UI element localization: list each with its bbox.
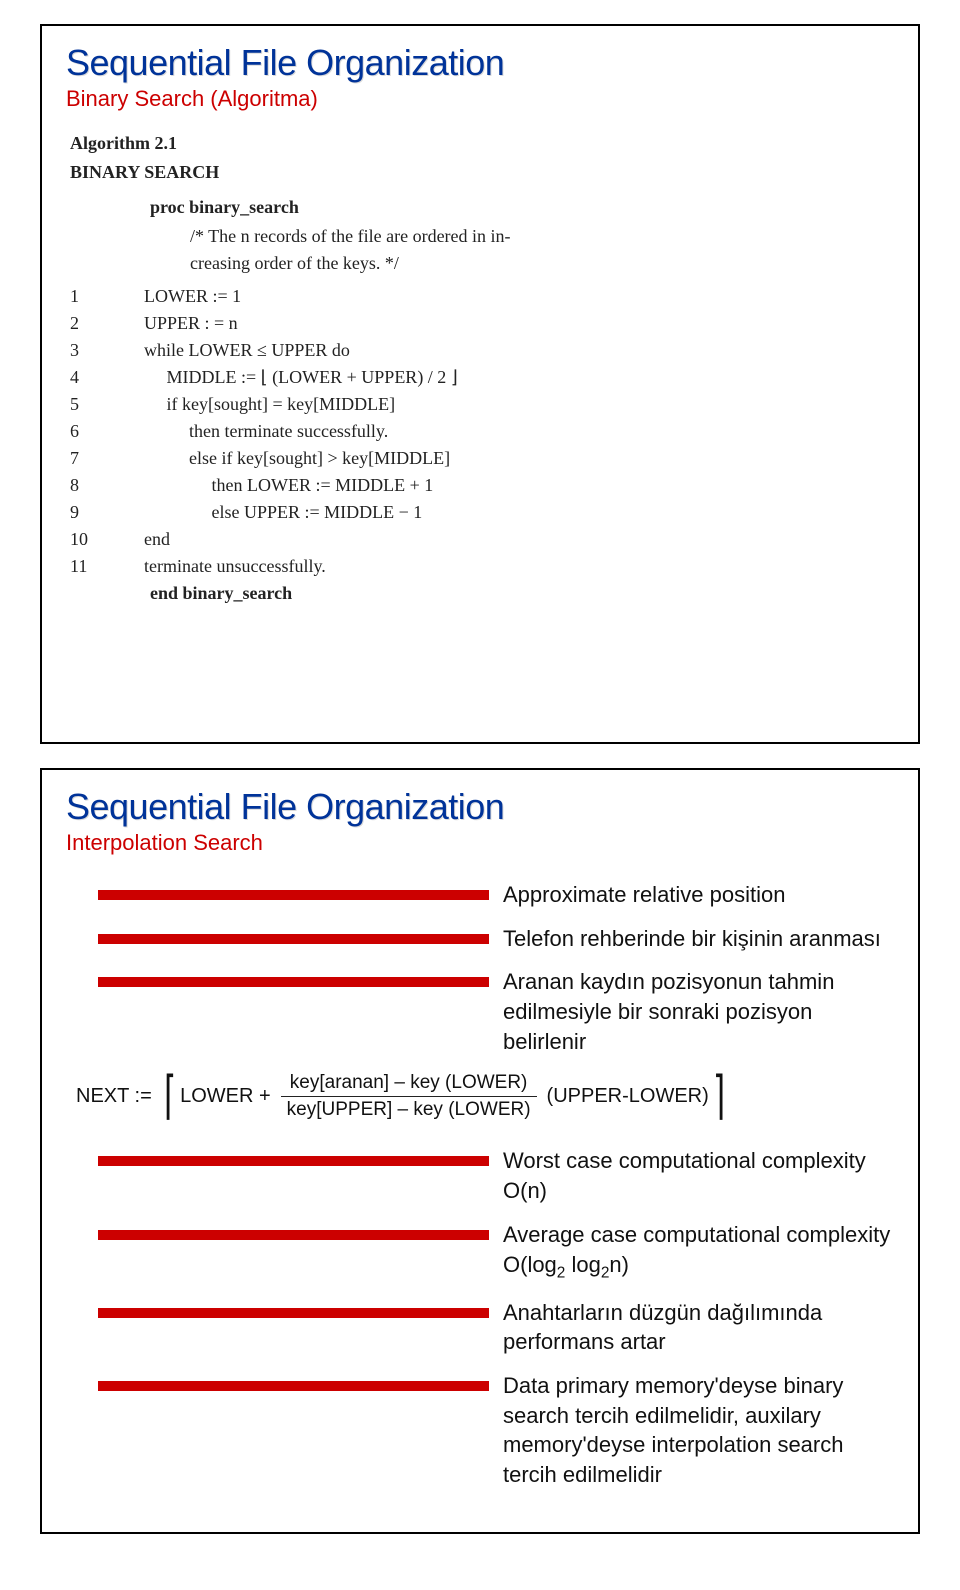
algo-line-code: then terminate successfully. (108, 418, 388, 445)
slide-1: Sequential File Organization Binary Sear… (40, 24, 920, 744)
fraction-numerator: key[aranan] – key (LOWER) (284, 1072, 534, 1096)
algo-row: 4 MIDDLE := ⌊ (LOWER + UPPER) / 2 ⌋ (70, 364, 894, 391)
algo-line-num: 2 (70, 310, 108, 337)
algo-row: 9 else UPPER := MIDDLE − 1 (70, 499, 894, 526)
algo-line-code: MIDDLE := ⌊ (LOWER + UPPER) / 2 ⌋ (108, 364, 458, 391)
algo-line-code: terminate unsuccessfully. (108, 553, 326, 580)
algo-line-num: 11 (70, 553, 108, 580)
algorithm-end-line: end binary_search (70, 580, 894, 607)
algo-line-num: 6 (70, 418, 108, 445)
bullet-square-icon (98, 1381, 489, 1391)
algo-line-num: 5 (70, 391, 108, 418)
algo-line-code: else UPPER := MIDDLE − 1 (108, 499, 422, 526)
bullet-text: Aranan kaydın pozisyonun tahmin edilmesi… (503, 967, 894, 1056)
algo-row: 3 while LOWER ≤ UPPER do (70, 337, 894, 364)
algo-line-num: 9 (70, 499, 108, 526)
algo-line-num: 1 (70, 283, 108, 310)
algo-row: 1 LOWER := 1 (70, 283, 894, 310)
slide-subtitle: Binary Search (Algoritma) (66, 86, 894, 112)
algorithm-proc-line: proc binary_search (150, 194, 894, 221)
algorithm-header: Algorithm 2.1 (70, 130, 894, 157)
bullet-list-2: Worst case computational complexity O(n)… (66, 1146, 894, 1489)
bullet-text: Telefon rehberinde bir kişinin aranması (503, 924, 894, 954)
algo-line-code: then LOWER := MIDDLE + 1 (108, 472, 433, 499)
algorithm-block: Algorithm 2.1 BINARY SEARCH proc binary_… (66, 130, 894, 607)
algo-line-num: 8 (70, 472, 108, 499)
algo-line-code: while LOWER ≤ UPPER do (108, 337, 350, 364)
formula-rhs: (UPPER-LOWER) (547, 1085, 709, 1108)
bullet-list: Approximate relative position Telefon re… (66, 880, 894, 1056)
fraction-denominator: key[UPPER] – key (LOWER) (281, 1097, 537, 1121)
list-item: Anahtarların düzgün dağılımında performa… (98, 1298, 894, 1357)
algorithm-comment: /* The n records of the file are ordered… (70, 223, 894, 277)
algo-row: 6 then terminate successfully. (70, 418, 894, 445)
formula-fraction: key[aranan] – key (LOWER) key[UPPER] – k… (281, 1072, 537, 1121)
list-item: Approximate relative position (98, 880, 894, 910)
algo-row: 11 terminate unsuccessfully. (70, 553, 894, 580)
bullet-square-icon (98, 890, 489, 900)
bullet-text: Anahtarların düzgün dağılımında performa… (503, 1298, 894, 1357)
algo-row: 10 end (70, 526, 894, 553)
algo-row: 5 if key[sought] = key[MIDDLE] (70, 391, 894, 418)
list-item: Aranan kaydın pozisyonun tahmin edilmesi… (98, 967, 894, 1056)
bullet-square-icon (98, 934, 489, 944)
list-item: Average case computational complexity O(… (98, 1220, 894, 1284)
list-item: Data primary memory'deyse binary search … (98, 1371, 894, 1490)
algo-row: 8 then LOWER := MIDDLE + 1 (70, 472, 894, 499)
bullet-square-icon (98, 977, 489, 987)
formula-lower: LOWER + (180, 1085, 271, 1108)
algo-line-code: if key[sought] = key[MIDDLE] (108, 391, 395, 418)
algo-row: 7 else if key[sought] > key[MIDDLE] (70, 445, 894, 472)
bullet-square-icon (98, 1156, 489, 1166)
algo-line-code: UPPER : = n (108, 310, 238, 337)
bullet-square-icon (98, 1230, 489, 1240)
bullet-text: Data primary memory'deyse binary search … (503, 1371, 894, 1490)
algo-line-code: end (108, 526, 170, 553)
formula-lhs: NEXT := (76, 1085, 152, 1108)
slide-title: Sequential File Organization (66, 786, 894, 828)
bullet-text: Average case computational complexity O(… (503, 1220, 894, 1284)
algo-line-num: 4 (70, 364, 108, 391)
algo-line-num: 3 (70, 337, 108, 364)
slide-title: Sequential File Organization (66, 42, 894, 84)
algo-line-code: else if key[sought] > key[MIDDLE] (108, 445, 450, 472)
bullet-text: Worst case computational complexity O(n) (503, 1146, 894, 1205)
algorithm-name: BINARY SEARCH (70, 159, 894, 186)
list-item: Telefon rehberinde bir kişinin aranması (98, 924, 894, 954)
bullet-square-icon (98, 1308, 489, 1318)
slide-2: Sequential File Organization Interpolati… (40, 768, 920, 1534)
formula-block: NEXT := ⌈ LOWER + key[aranan] – key (LOW… (66, 1070, 894, 1122)
algo-line-num: 7 (70, 445, 108, 472)
slide-subtitle: Interpolation Search (66, 830, 894, 856)
bracket-right-icon: ⌉ (713, 1070, 725, 1122)
algo-row: 2 UPPER : = n (70, 310, 894, 337)
algo-line-code: LOWER := 1 (108, 283, 241, 310)
interpolation-formula: NEXT := ⌈ LOWER + key[aranan] – key (LOW… (76, 1070, 894, 1122)
list-item: Worst case computational complexity O(n) (98, 1146, 894, 1205)
algo-line-num: 10 (70, 526, 108, 553)
bracket-left-icon: ⌈ (164, 1070, 176, 1122)
bullet-text: Approximate relative position (503, 880, 894, 910)
